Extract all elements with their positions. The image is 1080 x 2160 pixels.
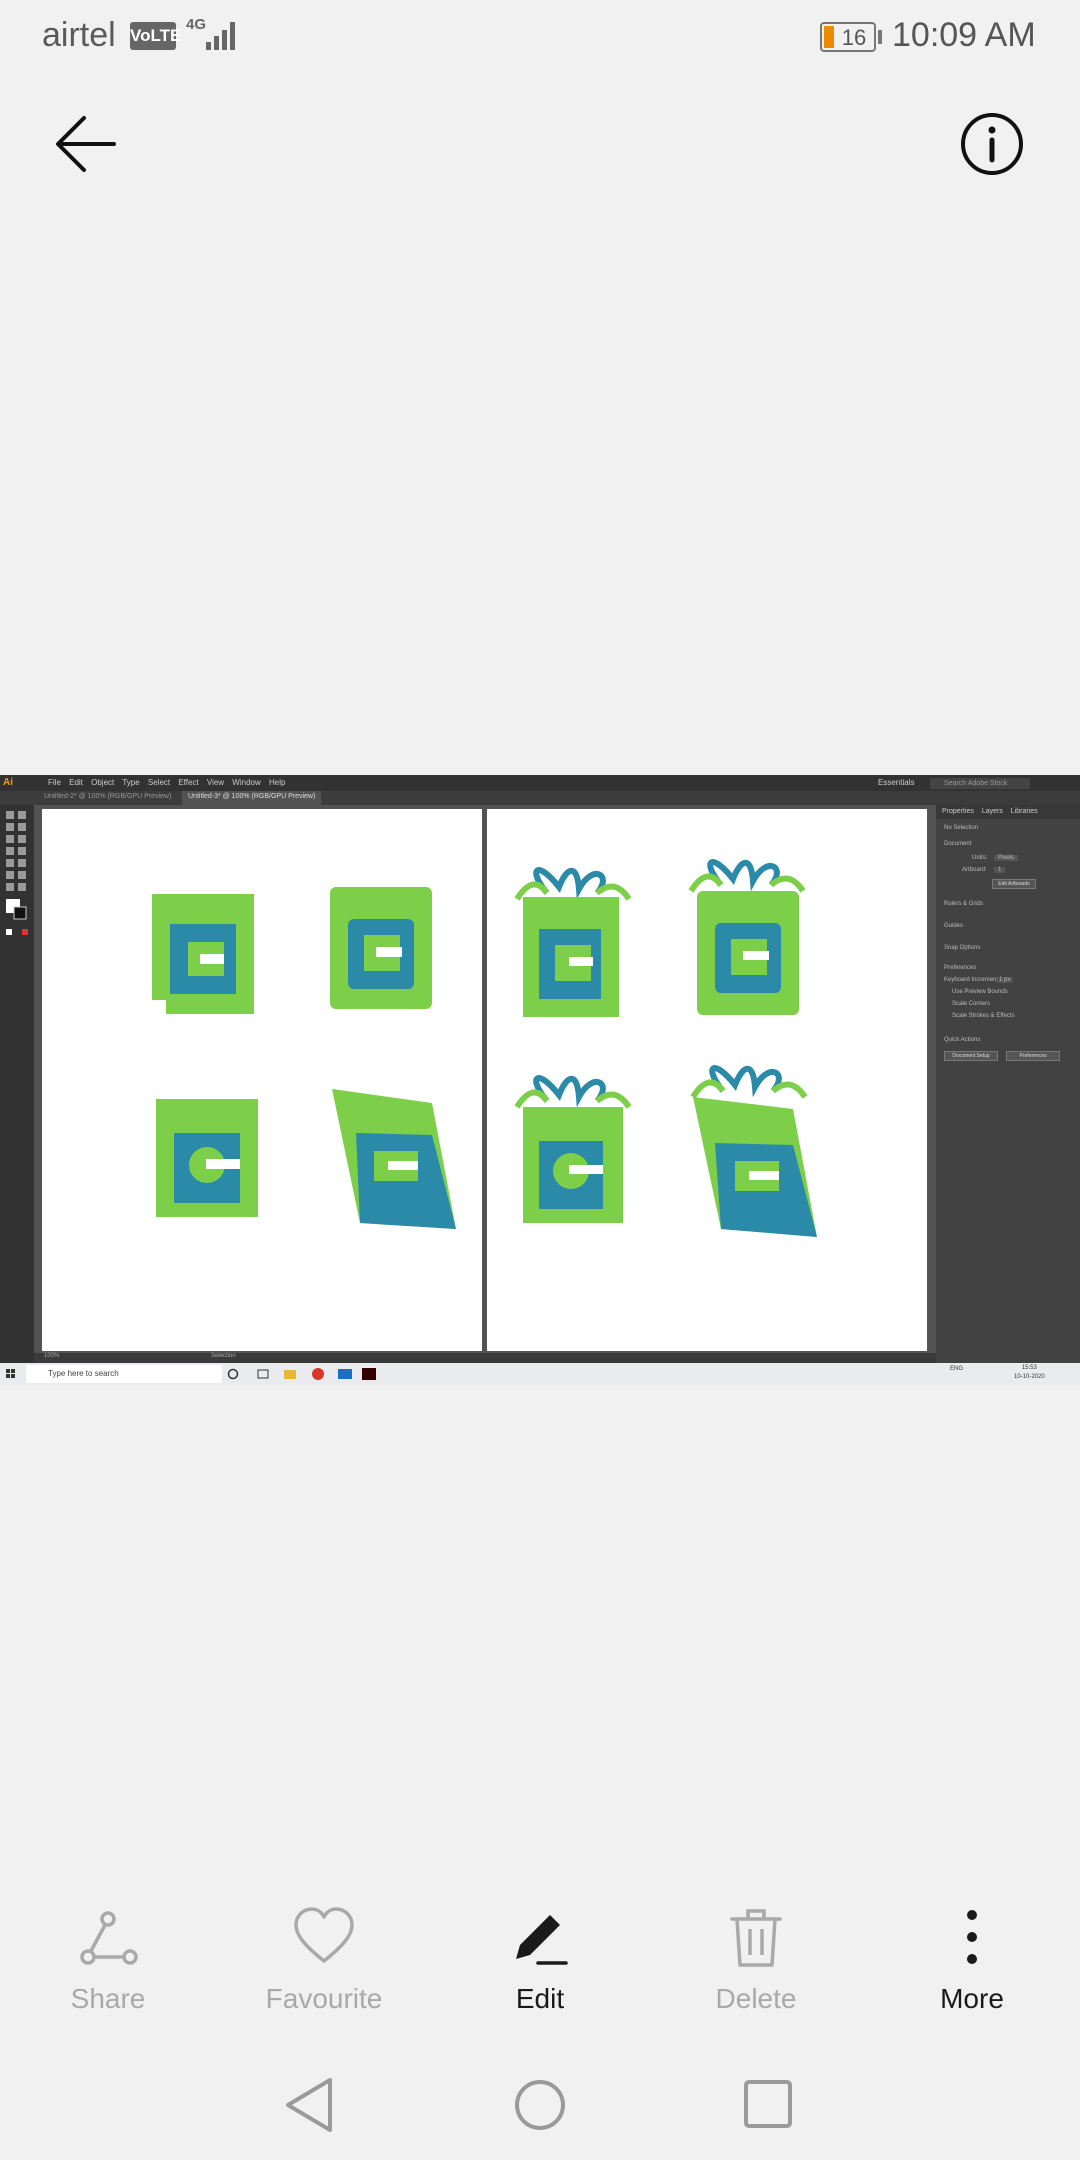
current-tool: Selection <box>211 1353 236 1359</box>
document-tab: Untitled-2* @ 100% (RGB/GPU Preview) <box>44 793 172 800</box>
edit-label: Edit <box>515 1983 565 2014</box>
illustrator-menubar: Ai File Edit Object Type Select Effect V… <box>0 775 1080 791</box>
preferences-button: Preferences <box>1006 1051 1060 1061</box>
battery-icon: 16 <box>820 22 876 52</box>
share-button[interactable]: Share <box>18 1895 198 2035</box>
keyboard-increment-value: 1 px <box>996 977 1014 983</box>
share-label: Share <box>70 1983 146 2014</box>
preferences-heading: Preferences <box>944 965 977 971</box>
trash-icon <box>730 1909 782 1967</box>
properties-panel: Properties Layers Libraries No Selection… <box>936 805 1080 1367</box>
tray-time: 15:53 <box>1021 1365 1037 1371</box>
illustrator-statusbar: 100% Selection <box>34 1353 936 1363</box>
system-navigation-bar <box>0 2060 1080 2160</box>
windows-start-icon <box>6 1369 15 1378</box>
nav-back-icon[interactable] <box>280 2070 340 2140</box>
battery-level: 16 <box>841 25 867 50</box>
document-tab-active: Untitled-3* @ 100% (RGB/GPU Preview) <box>182 791 322 805</box>
guides-label: Guides <box>944 923 964 929</box>
option-scale-strokes: Scale Strokes & Effects <box>952 1013 1015 1019</box>
status-bar: airtel VoLTE 4G 16 10:09 AM <box>0 0 1080 72</box>
option-preview-bounds: Use Preview Bounds <box>952 989 1008 995</box>
illustrator-menu: File Edit Object Type Select Effect View… <box>48 778 286 787</box>
more-vertical-icon <box>967 1910 977 1964</box>
volte-badge: VoLTE <box>130 22 181 50</box>
favourite-button[interactable]: Favourite <box>234 1895 414 2035</box>
more-label: More <box>940 1983 1004 2014</box>
document-heading: Document <box>944 841 972 847</box>
system-tray-clock: 15:53 10-10-2020 <box>1014 1364 1045 1382</box>
tray-date: 10-10-2020 <box>1014 1374 1045 1380</box>
system-tray-language: ENG <box>950 1366 964 1372</box>
gallery-action-bar: Share Favourite Edit Delete More <box>0 1895 1080 2035</box>
quick-actions-heading: Quick Actions <box>944 1037 981 1043</box>
illustrator-logo: Ai <box>3 777 13 788</box>
snap-options-label: Snap Options <box>944 945 981 951</box>
document-tabs: Untitled-2* @ 100% (RGB/GPU Preview) Unt… <box>0 791 1080 805</box>
artboard-select: 1 <box>994 867 1006 873</box>
rulers-grids-label: Rulers & Grids <box>944 901 984 907</box>
stock-search: Search Adobe Stock <box>930 778 1030 789</box>
delete-button[interactable]: Delete <box>666 1895 846 2035</box>
share-icon <box>80 1911 138 1965</box>
zoom-level: 100% <box>44 1353 60 1359</box>
photo-image[interactable]: Ai File Edit Object Type Select Effect V… <box>0 775 1080 1385</box>
tools-panel <box>0 805 34 1367</box>
status-time: 10:09 AM <box>892 16 1036 54</box>
delete-label: Delete <box>715 1983 797 2014</box>
windows-taskbar: Type here to search ENG 15:53 10-10-2020 <box>0 1363 1080 1385</box>
units-label: Units: <box>972 855 988 861</box>
panel-tabs: Properties Layers Libraries <box>936 805 1080 819</box>
no-selection-label: No Selection <box>944 825 979 831</box>
edit-artboards-button: Edit Artboards <box>992 879 1036 889</box>
more-button[interactable]: More <box>882 1895 1062 2035</box>
heart-icon <box>294 1907 354 1963</box>
units-select: Pixels <box>994 855 1019 861</box>
artboard-1 <box>42 809 482 1351</box>
artboard-label: Artboard: <box>962 867 987 873</box>
nav-home-icon[interactable] <box>510 2072 570 2138</box>
nav-recents-icon[interactable] <box>740 2074 796 2134</box>
document-setup-button: Document Setup <box>944 1051 998 1061</box>
option-scale-corners: Scale Corners <box>952 1001 991 1007</box>
carrier-name: airtel <box>42 16 116 54</box>
info-icon[interactable] <box>950 108 1040 180</box>
signal-icon <box>206 22 235 50</box>
taskbar-app-icons <box>227 1368 376 1380</box>
edit-button[interactable]: Edit <box>450 1895 630 2035</box>
artboard-2 <box>487 809 927 1351</box>
keyboard-increment-label: Keyboard Increment: <box>944 977 1000 983</box>
pencil-icon <box>516 1915 568 1965</box>
favourite-label: Favourite <box>265 1983 383 2014</box>
back-arrow-icon[interactable] <box>48 108 128 180</box>
workspace-switcher: Essentials <box>878 778 915 787</box>
taskbar-search: Type here to search <box>26 1365 222 1383</box>
